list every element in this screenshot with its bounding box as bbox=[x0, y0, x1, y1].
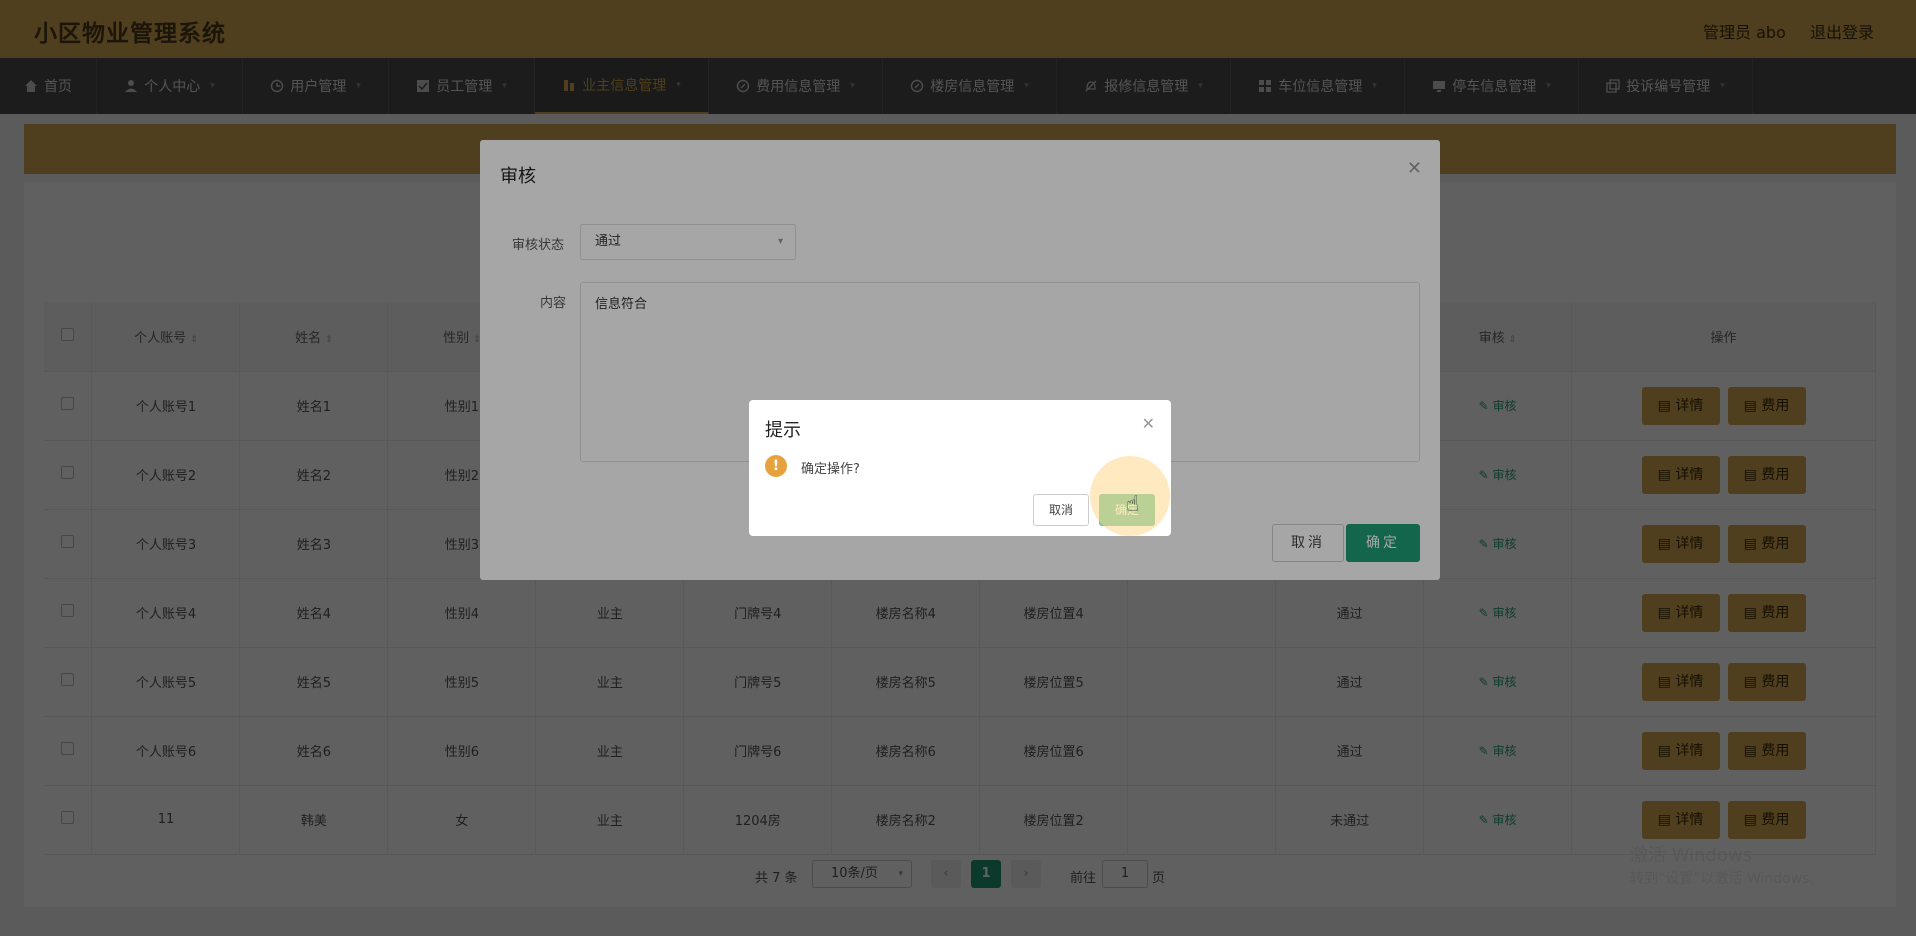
msgbox-message: 确定操作? bbox=[801, 462, 860, 477]
msgbox-confirm-button[interactable]: 确定 bbox=[1099, 494, 1155, 526]
confirm-msgbox: 提示 ✕ ! 确定操作? 取消 确定 bbox=[749, 400, 1171, 536]
msgbox-title: 提示 bbox=[765, 420, 801, 441]
warning-icon: ! bbox=[765, 455, 787, 477]
msgbox-cancel-button[interactable]: 取消 bbox=[1033, 494, 1089, 526]
close-icon[interactable]: ✕ bbox=[1142, 414, 1155, 433]
